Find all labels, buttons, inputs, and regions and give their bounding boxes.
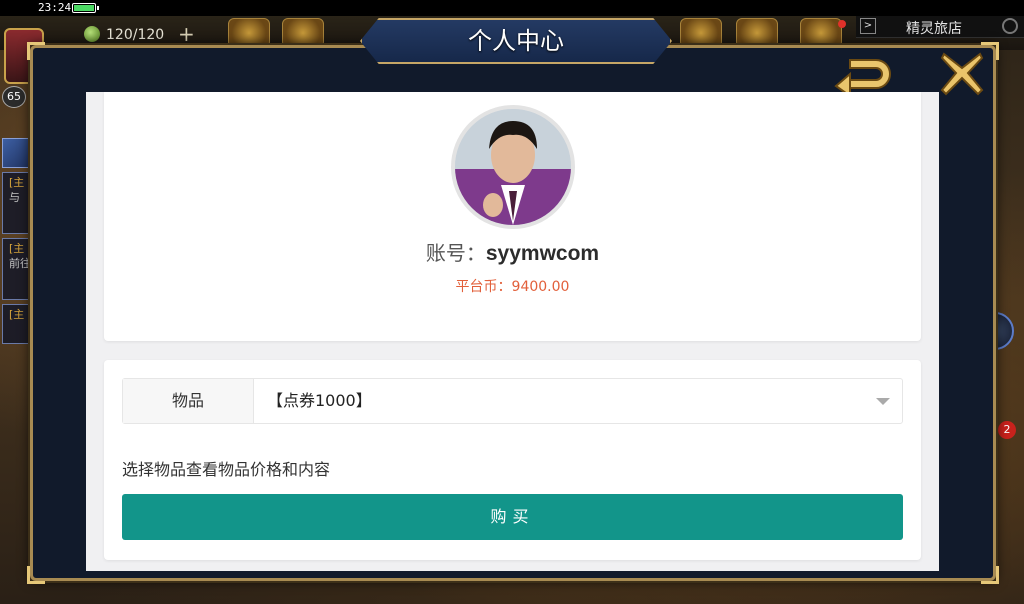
battery-icon — [72, 3, 99, 13]
account-label: 账号： — [425, 241, 486, 265]
item-select[interactable]: 【点券1000】 — [255, 379, 902, 423]
quest-tag: [主 — [9, 176, 25, 189]
level-badge: 65 — [2, 86, 26, 108]
profile-card: 账号：syymwcom 平台币：9400.00 — [104, 92, 921, 341]
avatar — [451, 105, 575, 229]
hud-badge-2[interactable] — [282, 18, 324, 48]
quest-tag: [主 — [9, 308, 25, 321]
energy-icon — [84, 26, 100, 42]
item-select-value: 【点券1000】 — [267, 391, 372, 410]
status-bar: 23:24 — [0, 0, 1024, 16]
frame-corner — [981, 566, 999, 584]
search-icon[interactable] — [1002, 18, 1018, 34]
close-button[interactable] — [938, 50, 986, 96]
shop-tab[interactable]: > 精灵旅店 — [856, 16, 1024, 38]
energy-value: 120/120 — [106, 27, 165, 43]
expand-arrow-icon[interactable]: > — [860, 18, 876, 34]
status-time: 23:24 — [38, 1, 72, 14]
back-button[interactable] — [832, 54, 896, 98]
shop-label: 精灵旅店 — [906, 21, 962, 37]
hud-badge-4[interactable] — [736, 18, 778, 48]
item-label: 物品 — [123, 379, 254, 423]
close-x-icon — [940, 52, 984, 96]
buy-button[interactable]: 购买 — [122, 494, 903, 540]
frame-corner — [27, 42, 45, 60]
personal-center-panel: 账号：syymwcom 平台币：9400.00 物品 【点券1000】 选择物品… — [86, 92, 939, 571]
chevron-down-icon[interactable] — [876, 398, 890, 405]
purchase-card: 物品 【点券1000】 选择物品查看物品价格和内容 购买 — [104, 360, 921, 560]
account-line: 账号：syymwcom — [104, 237, 921, 266]
hud-badge-5[interactable] — [800, 18, 842, 48]
item-select-row: 物品 【点券1000】 — [122, 378, 903, 424]
side-count-badge: 2 — [998, 421, 1016, 439]
platform-coin-balance: 平台币：9400.00 — [455, 279, 570, 295]
account-value: syymwcom — [485, 242, 600, 265]
plus-icon[interactable]: + — [178, 22, 195, 46]
back-arrow-icon — [834, 59, 891, 98]
item-hint: 选择物品查看物品价格和内容 — [122, 460, 331, 479]
frame-corner — [27, 566, 45, 584]
quest-tag: [主 — [9, 242, 25, 255]
hud-badge-3[interactable] — [680, 18, 722, 48]
modal-title: 个人中心 — [468, 27, 564, 55]
notification-dot — [838, 20, 846, 28]
hud-badge-1[interactable] — [228, 18, 270, 48]
